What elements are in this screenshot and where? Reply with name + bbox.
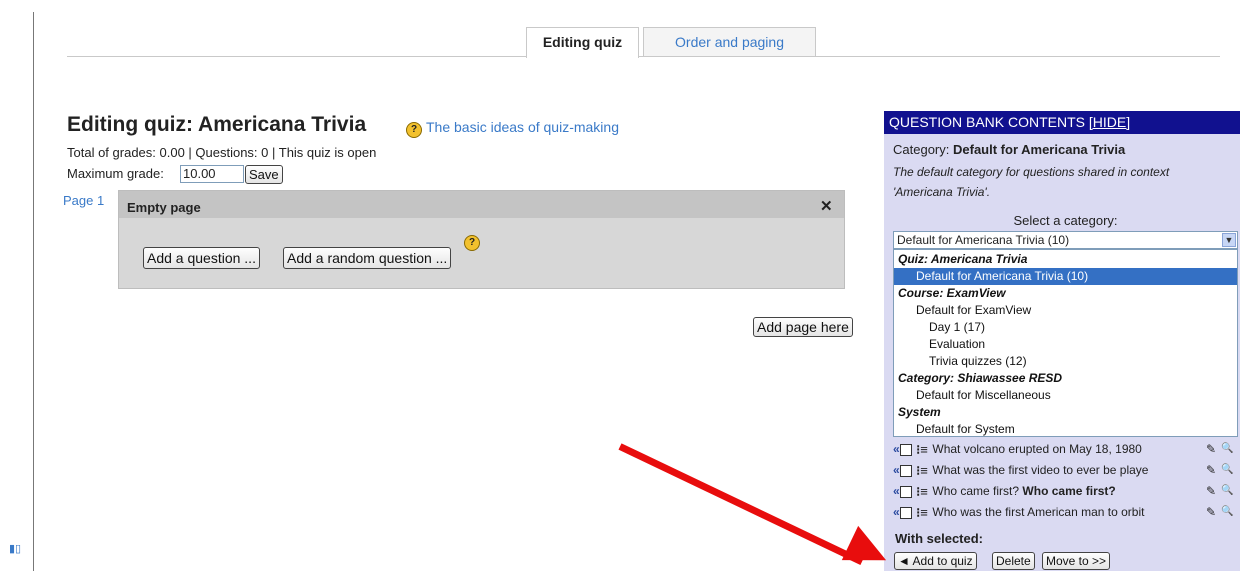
delete-button[interactable]: Delete	[992, 552, 1035, 570]
help-icon[interactable]: ?	[406, 122, 422, 138]
preview-icon[interactable]: 🔍	[1221, 503, 1233, 521]
category-select-value: Default for Americana Trivia (10)	[897, 233, 1070, 247]
with-selected-label: With selected:	[895, 531, 984, 546]
dropdown-group-course: Course: ExamView	[898, 286, 1006, 300]
dropdown-option[interactable]: Default for ExamView	[894, 302, 1251, 319]
question-text: What volcano erupted on May 18, 1980	[932, 442, 1142, 456]
question-text: Who was the first American man to orbit	[932, 505, 1145, 519]
preview-icon[interactable]: 🔍	[1221, 461, 1233, 479]
add-random-question-button[interactable]: Add a random question ...	[283, 247, 452, 269]
multichoice-icon: ⁝≡	[916, 441, 928, 457]
dropdown-group-quiz: Quiz: Americana Trivia	[898, 252, 1028, 266]
preview-icon[interactable]: 🔍	[1221, 482, 1233, 500]
preview-icon[interactable]: 🔍	[1221, 440, 1233, 458]
add-page-here-button[interactable]: Add page here	[753, 317, 853, 337]
category-select[interactable]: Default for Americana Trivia (10) ▼	[893, 231, 1238, 249]
page-number-link[interactable]: Page 1	[63, 193, 104, 208]
basic-ideas-link[interactable]: The basic ideas of quiz-making	[426, 119, 619, 135]
random-help-icon[interactable]: ?	[464, 235, 480, 251]
quiz-summary: Total of grades: 0.00 | Questions: 0 | T…	[67, 145, 377, 160]
page-header	[119, 191, 844, 218]
chevron-down-icon[interactable]: ▼	[1222, 233, 1236, 247]
question-text: Who came first?	[932, 484, 1023, 498]
edit-icon[interactable]: ✎	[1206, 503, 1216, 521]
max-grade-label: Maximum grade:	[67, 166, 164, 181]
page-title: Editing quiz: Americana Trivia	[67, 113, 367, 136]
question-bank-title: QUESTION BANK CONTENTS	[889, 114, 1086, 130]
select-category-label: Select a category:	[1013, 213, 1118, 228]
question-checkbox[interactable]	[899, 443, 912, 456]
category-line: Category: Default for Americana Trivia	[893, 142, 1125, 157]
add-to-quiz-icon[interactable]: «	[893, 463, 900, 477]
category-prefix: Category:	[893, 142, 950, 157]
add-to-quiz-button[interactable]: ◄ Add to quiz	[894, 552, 977, 570]
dropdown-option[interactable]: Default for Miscellaneous	[894, 387, 1251, 404]
question-text: What was the first video to ever be play…	[932, 463, 1149, 477]
move-to-button[interactable]: Move to >>	[1042, 552, 1111, 570]
question-row: « ⁝≡ Who came first? Who came first? ✎ 🔍	[893, 482, 1233, 500]
dropdown-option[interactable]: Trivia quizzes (12)	[894, 353, 1251, 370]
category-description: The default category for questions share…	[893, 165, 1170, 199]
dropdown-option[interactable]: Default for Americana Trivia (10)	[894, 268, 1237, 285]
edit-icon[interactable]: ✎	[1206, 482, 1216, 500]
dropdown-option[interactable]: Default for System	[894, 421, 1251, 438]
tab-order-and-paging[interactable]: Order and paging	[643, 27, 816, 56]
question-row: « ⁝≡ What was the first video to ever be…	[893, 461, 1233, 479]
dropdown-option[interactable]: Day 1 (17)	[894, 319, 1251, 336]
question-row: « ⁝≡ Who was the first American man to o…	[893, 503, 1233, 521]
dropdown-option[interactable]: Evaluation	[894, 336, 1251, 353]
tabs-divider	[67, 56, 1220, 57]
add-to-quiz-icon[interactable]: «	[893, 484, 900, 498]
dropdown-group-system: System	[898, 405, 941, 419]
dock-icon[interactable]: ▮▯	[9, 542, 21, 555]
edit-icon[interactable]: ✎	[1206, 461, 1216, 479]
multichoice-icon: ⁝≡	[916, 483, 928, 499]
annotation-arrow-shaft	[618, 443, 864, 566]
category-dropdown-list: Quiz: Americana Trivia Default for Ameri…	[893, 249, 1238, 437]
save-button[interactable]: Save	[245, 165, 283, 184]
empty-page-title: Empty page	[127, 200, 201, 215]
tab-editing-quiz[interactable]: Editing quiz	[526, 27, 639, 58]
add-question-button[interactable]: Add a question ...	[143, 247, 260, 269]
multichoice-icon: ⁝≡	[916, 462, 928, 478]
left-border-line	[33, 12, 34, 571]
category-name: Default for Americana Trivia	[953, 142, 1126, 157]
question-checkbox[interactable]	[899, 506, 912, 519]
add-to-quiz-icon[interactable]: «	[893, 442, 900, 456]
question-checkbox[interactable]	[899, 464, 912, 477]
question-checkbox[interactable]	[899, 485, 912, 498]
max-grade-input[interactable]: 10.00	[180, 165, 244, 183]
question-text-bold: Who came first?	[1022, 484, 1116, 498]
edit-icon[interactable]: ✎	[1206, 440, 1216, 458]
close-icon[interactable]: ✕	[820, 197, 833, 215]
hide-link[interactable]: [HIDE]	[1089, 114, 1130, 130]
dropdown-group-category: Category: Shiawassee RESD	[898, 371, 1063, 385]
add-to-quiz-icon[interactable]: «	[893, 505, 900, 519]
question-row: « ⁝≡ What volcano erupted on May 18, 198…	[893, 440, 1233, 458]
multichoice-icon: ⁝≡	[916, 504, 928, 520]
question-bank-header: QUESTION BANK CONTENTS [HIDE]	[884, 111, 1240, 134]
